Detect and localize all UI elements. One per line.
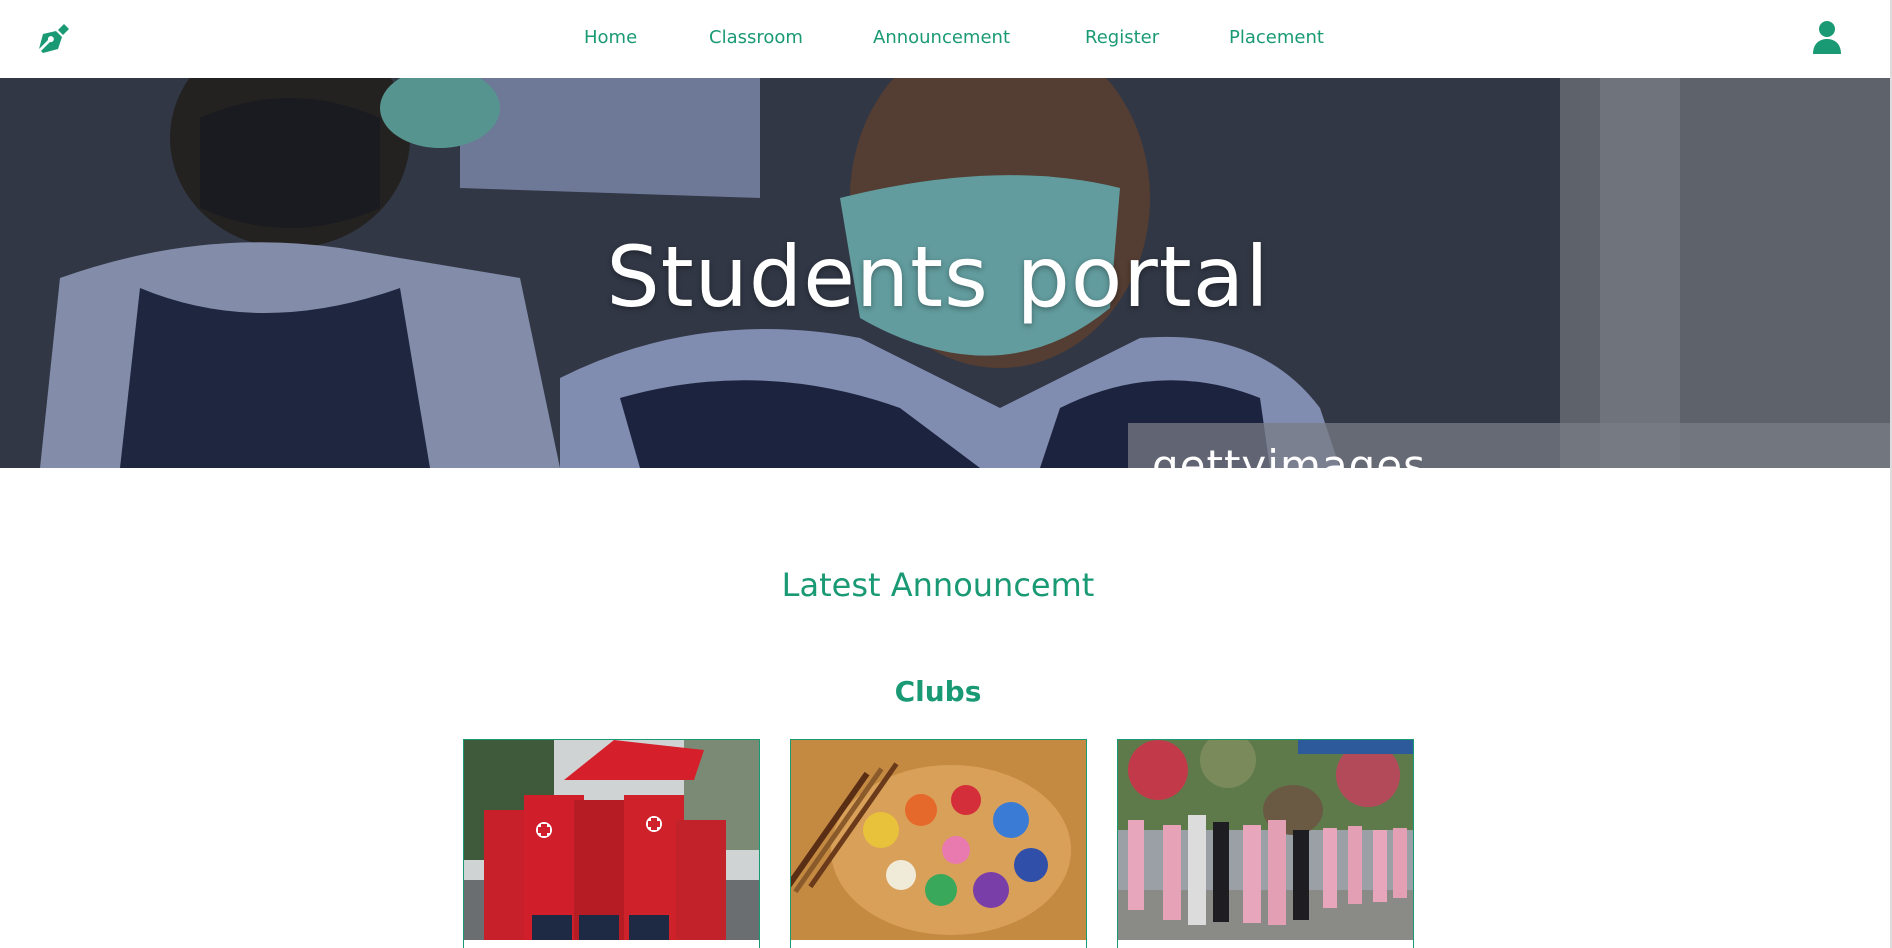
nav-register[interactable]: Register — [1085, 27, 1159, 48]
hero-banner: Students portal gettyimages — [0, 78, 1890, 468]
nav-placement[interactable]: Placement — [1229, 27, 1324, 48]
user-icon[interactable] — [1811, 20, 1843, 56]
getty-watermark: gettyimages — [1152, 441, 1426, 468]
art-palette-photo — [791, 740, 1086, 940]
club-card-students[interactable] — [1117, 739, 1414, 948]
nav-classroom[interactable]: Classroom — [709, 27, 803, 48]
club-card-art[interactable] — [790, 739, 1087, 948]
clubs-heading: Clubs — [894, 675, 982, 708]
nav-home[interactable]: Home — [584, 27, 637, 48]
hero-title: Students portal — [606, 228, 1270, 326]
top-navigation: Home Classroom Announcement Register Pla… — [0, 0, 1890, 78]
red-cross-club-photo — [464, 740, 759, 940]
main-menu: Home Classroom Announcement Register Pla… — [0, 0, 1890, 78]
latest-announcement-heading: Latest Announcemt — [781, 566, 1095, 604]
nav-announcement[interactable]: Announcement — [873, 27, 1010, 48]
club-card-red-cross[interactable] — [463, 739, 760, 948]
watermark-band: gettyimages — [1128, 423, 1890, 468]
students-gathering-photo — [1118, 740, 1413, 940]
